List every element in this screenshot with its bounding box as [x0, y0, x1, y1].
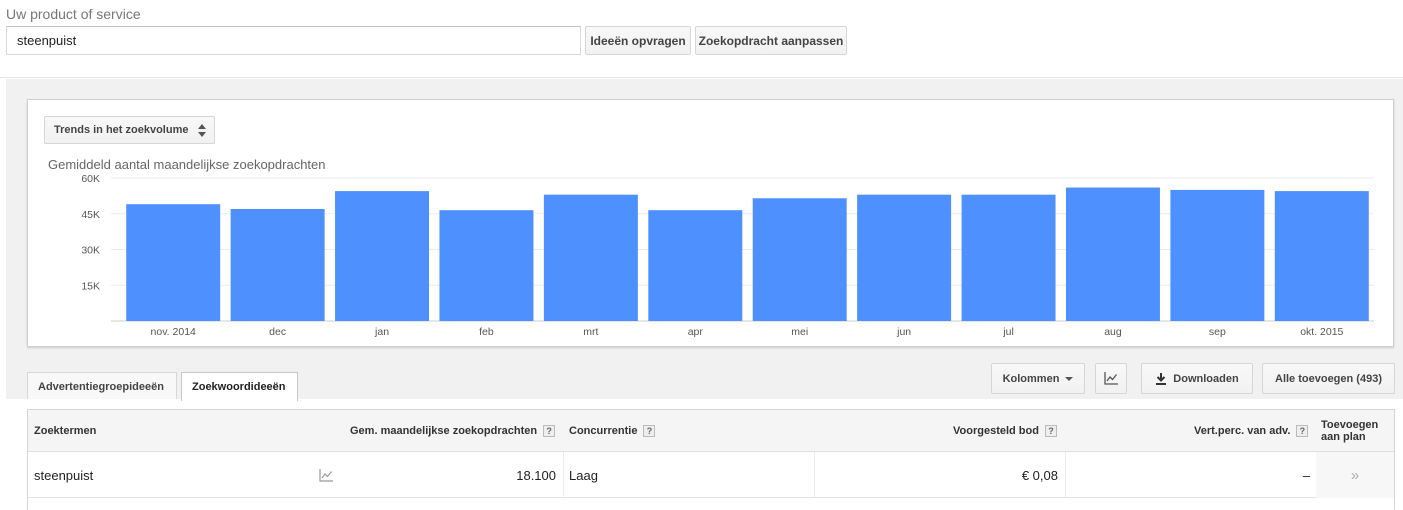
header-add-line2: aan plan — [1321, 431, 1366, 443]
chart-title: Gemiddeld aantal maandelijkse zoekopdrac… — [48, 157, 326, 172]
line-chart-icon — [1104, 372, 1118, 385]
x-tick-label: jun — [896, 326, 911, 338]
cell-impression-share: – — [1302, 467, 1310, 483]
y-tick-label: 15K — [81, 280, 100, 292]
modify-search-button[interactable]: Zoekopdracht aanpassen — [695, 26, 847, 55]
bar[interactable] — [1065, 187, 1160, 321]
search-volume-chart: 60K 45K 30K 15K nov. 2014 dec jan feb mrt apr mei j… — [81, 173, 1374, 338]
table-header: Zoektermen Gem. maandelijkse zoekopdrach… — [28, 410, 1394, 452]
bar[interactable] — [1274, 191, 1369, 321]
bar[interactable] — [961, 194, 1056, 321]
columns-label: Kolommen — [1002, 372, 1060, 385]
cell-competition: Laag — [569, 467, 598, 483]
x-tick-label: okt. 2015 — [1300, 326, 1343, 338]
x-tick-label: dec — [269, 326, 286, 338]
cell-divider — [1065, 452, 1066, 498]
search-panel: Uw product of service Ideeën opvragen Zo… — [0, 0, 1403, 78]
header-add-to-plan: Toevoegen aan plan — [1321, 410, 1378, 452]
x-tick-label: jul — [1002, 326, 1014, 338]
help-icon[interactable]: ? — [1296, 425, 1309, 437]
header-add-line1: Toevoegen — [1321, 419, 1379, 431]
cell-divider — [563, 452, 564, 498]
bar[interactable] — [1170, 189, 1265, 321]
bar[interactable] — [335, 191, 430, 321]
x-tick-label: jan — [374, 326, 389, 338]
help-icon[interactable]: ? — [1044, 425, 1057, 437]
columns-button[interactable]: Kolommen — [991, 363, 1085, 394]
product-label: Uw product of service — [6, 6, 141, 22]
bar[interactable] — [126, 204, 221, 321]
cell-suggested-bid: € 0,08 — [1021, 467, 1058, 483]
header-monthly-searches-label: Gem. maandelijkse zoekopdrachten — [350, 425, 538, 437]
add-all-button[interactable]: Alle toevoegen (493) — [1262, 363, 1395, 394]
tab-adgroup-ideas[interactable]: Advertentiegroepideeën — [27, 372, 177, 400]
bar[interactable] — [857, 194, 952, 321]
caret-down-icon — [1065, 376, 1074, 381]
y-tick-label: 30K — [81, 245, 100, 257]
select-arrows-icon — [198, 124, 207, 137]
cell-divider — [814, 452, 815, 498]
header-competition[interactable]: Concurrentie ? — [569, 410, 656, 452]
x-tick-label: sep — [1209, 326, 1226, 338]
help-icon[interactable]: ? — [643, 425, 656, 437]
trend-select[interactable]: Trends in het zoekvolume — [44, 116, 216, 144]
trend-select-label: Trends in het zoekvolume — [54, 124, 189, 136]
x-tick-label: apr — [688, 326, 704, 338]
table-row: steenpuist 18.100 Laag € 0,08 – » — [28, 452, 1394, 498]
download-label: Downloaden — [1173, 372, 1239, 385]
download-icon — [1156, 372, 1167, 385]
x-tick-label: mei — [791, 326, 808, 338]
header-suggested-bid[interactable]: Voorgesteld bod ? — [953, 410, 1057, 452]
chart-card: 60K 45K 30K 15K nov. 2014 dec jan feb mrt apr mei j… — [27, 99, 1394, 347]
header-ad-impression-share[interactable]: Vert.perc. van adv. ? — [1194, 410, 1309, 452]
header-search-terms[interactable]: Zoektermen — [34, 410, 96, 452]
keyword-table-area: Zoektermen Gem. maandelijkse zoekopdrach… — [6, 399, 1403, 510]
y-tick-label: 60K — [81, 173, 100, 185]
get-ideas-button[interactable]: Ideeën opvragen — [585, 26, 691, 55]
results-area: 60K 45K 30K 15K nov. 2014 dec jan feb mrt apr mei j… — [6, 79, 1403, 510]
bar[interactable] — [543, 194, 638, 321]
bar[interactable] — [230, 208, 325, 321]
product-search-input[interactable] — [6, 26, 581, 55]
bar[interactable] — [648, 210, 743, 321]
add-to-plan-button[interactable]: » — [1316, 452, 1394, 498]
chart-toggle-button[interactable] — [1095, 363, 1127, 394]
x-tick-label: mrt — [583, 326, 598, 338]
mini-chart-icon — [319, 468, 333, 482]
help-icon[interactable]: ? — [543, 425, 556, 437]
x-tick-label: aug — [1104, 326, 1122, 338]
header-suggested-bid-label: Voorgesteld bod — [953, 425, 1039, 437]
bar[interactable] — [439, 210, 534, 321]
header-ad-impression-share-label: Vert.perc. van adv. — [1194, 425, 1291, 437]
tab-keyword-ideas[interactable]: Zoekwoordideeën — [181, 372, 298, 401]
x-tick-label: feb — [479, 326, 494, 338]
y-tick-label: 45K — [81, 209, 100, 221]
cell-monthly-searches: 18.100 — [516, 467, 556, 483]
x-tick-label: nov. 2014 — [151, 326, 197, 338]
keyword-table: Zoektermen Gem. maandelijkse zoekopdrach… — [27, 409, 1395, 510]
cell-search-term: steenpuist — [34, 467, 94, 483]
header-search-terms-label: Zoektermen — [34, 425, 97, 437]
header-monthly-searches[interactable]: Gem. maandelijkse zoekopdrachten ? — [350, 410, 556, 452]
header-competition-label: Concurrentie — [569, 425, 638, 437]
download-button[interactable]: Downloaden — [1141, 363, 1253, 394]
bar[interactable] — [752, 198, 847, 321]
row-trend-button[interactable] — [319, 452, 333, 498]
